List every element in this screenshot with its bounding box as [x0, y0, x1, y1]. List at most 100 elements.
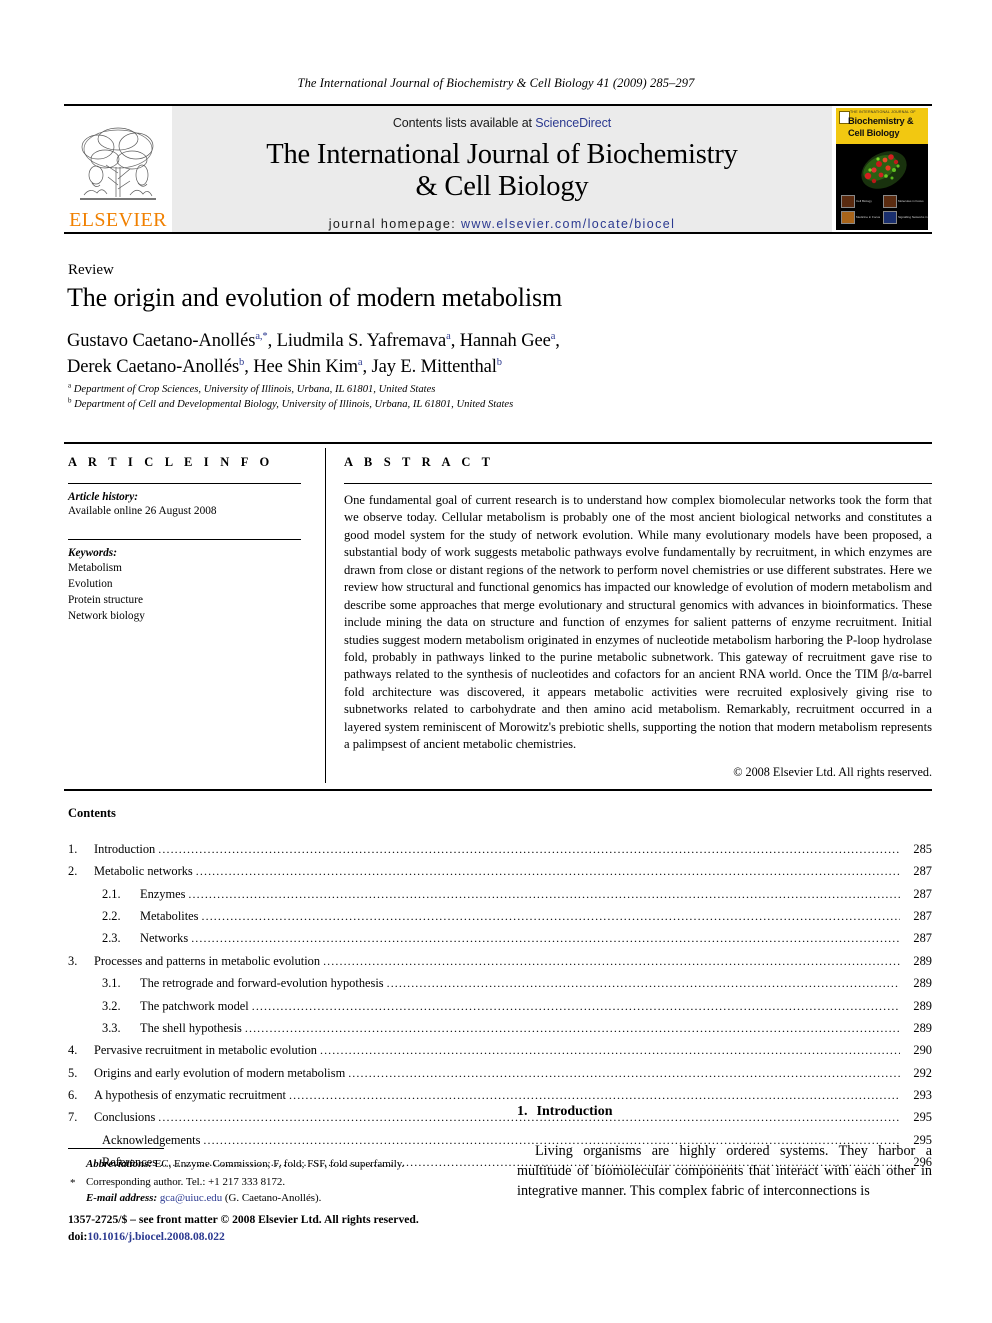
toc-row[interactable]: 3. Processes and patterns in metabolic ev… [68, 950, 932, 972]
toc-number: 5. [68, 1065, 78, 1080]
author-affil-mark[interactable]: a,* [255, 331, 267, 342]
journal-title-line1: The International Journal of Biochemistr… [266, 139, 738, 170]
affiliation-text: Department of Crop Sciences, University … [73, 384, 436, 395]
cover-journal-name: Biochemistry & Cell Biology [848, 116, 926, 139]
toc-number: 1. [68, 842, 78, 856]
toc-row[interactable]: 2.2. Metabolites.........................… [68, 905, 932, 927]
toc-row[interactable]: 2.3. Networks............................… [68, 927, 932, 949]
toc-row[interactable]: 2.1. Enzymes.............................… [68, 883, 932, 905]
toc-label: Pervasive recruitment in metabolic evolu… [94, 1043, 317, 1058]
toc-row[interactable]: 6. A hypothesis of enzymatic recruitment.… [68, 1084, 932, 1106]
article-history-value: Available online 26 August 2008 [68, 505, 217, 517]
author-item: Gustavo Caetano-Anollésa,* [67, 331, 268, 351]
toc-page-number: 289 [913, 976, 932, 991]
toc-number: 6. [68, 1087, 78, 1102]
section-title: Introduction [536, 1104, 613, 1119]
toc-leader-dots: ........................................… [244, 1020, 900, 1035]
author-name: Hannah Gee [459, 331, 551, 351]
toc-row[interactable]: 7. Conclusions...........................… [68, 1106, 932, 1128]
toc-page-number: 293 [913, 1087, 932, 1102]
toc-leader-dots: ........................................… [201, 909, 901, 924]
toc-row[interactable]: 3.1. The retrograde and forward-evolution… [68, 972, 932, 994]
toc-page-number: 295 [913, 1110, 932, 1125]
toc-row[interactable]: 2. Metabolic networks....................… [68, 860, 932, 882]
toc-page-number: 289 [913, 1020, 932, 1035]
toc-label: The shell hypothesis [140, 1020, 242, 1035]
toc-row[interactable]: 3.3. The shell hypothesis................… [68, 1017, 932, 1039]
toc-leader-dots: ........................................… [348, 1065, 900, 1080]
elsevier-tree-icon [80, 127, 156, 200]
toc-number: 2.2. [102, 909, 121, 924]
toc-page-number: 287 [913, 931, 932, 946]
toc-label: Processes and patterns in metabolic evol… [94, 953, 321, 968]
elsevier-wordmark: ELSEVIER [69, 209, 167, 231]
document-type: Review [68, 262, 114, 278]
author-name: Derek Caetano-Anollés [67, 357, 240, 378]
abstract-column: A B S T R A C T One fundamental goal of … [344, 455, 932, 780]
toc-page-number: 292 [913, 1065, 932, 1080]
doi-link[interactable]: 10.1016/j.biocel.2008.08.022 [87, 1230, 225, 1243]
section-number: 1. [517, 1104, 528, 1119]
cover-tile-3-icon [841, 211, 855, 224]
section-heading-introduction: 1. Introduction [517, 1104, 612, 1120]
info-block-bottom-rule [64, 789, 932, 791]
masthead-center: Contents lists available at ScienceDirec… [172, 106, 832, 232]
author-name: Liudmila S. Yafremava [276, 331, 447, 351]
toc-leader-dots: ........................................… [158, 842, 900, 856]
journal-title: The International Journal of Biochemistr… [266, 139, 738, 204]
abbreviations-label: Abbreviations: [86, 1158, 152, 1170]
toc-number: 2. [68, 864, 78, 879]
toc-number: 2.3. [102, 931, 121, 946]
abbreviations-text: EC, Enzyme Commission; F, fold; FSF, fol… [154, 1158, 405, 1170]
toc-label: Metabolic networks [94, 864, 193, 879]
toc-row[interactable]: 3.2. The patchwork model.................… [68, 995, 932, 1017]
author-name: Gustavo Caetano-Anollés [67, 331, 256, 351]
email-link[interactable]: gca@uiuc.edu [160, 1192, 222, 1204]
article-info-heading: A R T I C L E I N F O [68, 455, 274, 469]
sciencedirect-link[interactable]: ScienceDirect [535, 116, 611, 130]
abstract-heading: A B S T R A C T [344, 455, 495, 469]
contents-available-line: Contents lists available at ScienceDirec… [393, 116, 611, 130]
contents-heading: Contents [68, 806, 116, 820]
cover-tile-2-label: Molecules in Focus [898, 199, 924, 203]
toc-row[interactable]: 1. Introduction..........................… [68, 838, 932, 860]
toc-row[interactable]: 5. Origins and early evolution of modern … [68, 1062, 932, 1084]
toc-page-number: 289 [913, 953, 932, 968]
toc-row[interactable]: 4. Pervasive recruitment in metabolic evo… [68, 1039, 932, 1061]
toc-label: Networks [140, 931, 189, 946]
author-item: Derek Caetano-Anollésb [67, 357, 244, 377]
author-item: Hee Shin Kima [253, 357, 362, 377]
abstract-copyright: © 2008 Elsevier Ltd. All rights reserved… [733, 764, 932, 779]
abbreviations-note: Abbreviations: EC, Enzyme Commission; F,… [68, 1157, 488, 1173]
toc-number: 4. [68, 1043, 78, 1058]
keywords-rule [68, 539, 301, 541]
abstract-body: One fundamental goal of current research… [344, 493, 932, 752]
affiliation-mark: b [68, 396, 72, 405]
toc-label: The patchwork model [140, 998, 249, 1013]
author-item: Jay E. Mittenthalb [372, 357, 502, 377]
toc-label: Introduction [94, 842, 156, 856]
cover-section-tiles: Cell Biology Molecules in Focus Medicine… [841, 195, 928, 225]
author-affil-mark: a [446, 330, 451, 342]
toc-label: Enzymes [140, 886, 186, 901]
toc-page-number: 290 [913, 1043, 932, 1058]
cover-journal-name-line2: Cell Biology [848, 127, 900, 138]
article-info-rule [68, 483, 301, 484]
author-item: Hannah Geea [460, 331, 556, 351]
affiliation-text: Department of Cell and Developmental Bio… [74, 398, 514, 410]
author-affil-mark: a [550, 330, 556, 342]
author-affil-mark: a [357, 357, 363, 369]
cover-tile-1-icon [841, 195, 855, 208]
affiliation-list: a Department of Crop Sciences, Universit… [68, 382, 868, 412]
author-list: Gustavo Caetano-Anollésa,*, Liudmila S. … [67, 330, 560, 378]
journal-homepage-link[interactable]: www.elsevier.com/locate/biocel [461, 217, 675, 231]
toc-number: 3.3. [102, 1020, 121, 1035]
footer-block: 1357-2725/$ – see front matter © 2008 El… [68, 1212, 498, 1246]
toc-leader-dots: ........................................… [319, 1043, 900, 1058]
abstract-rule [344, 483, 932, 484]
affiliation-item: a Department of Crop Sciences, Universit… [68, 382, 868, 398]
journal-title-line2: & Cell Biology [415, 171, 589, 203]
cover-tile-4-label: Signalling Networks in Focus [898, 215, 928, 219]
corresponding-author-note: * Corresponding author. Tel.: +1 217 333… [68, 1175, 488, 1191]
keyword-item: Network biology [68, 610, 145, 623]
